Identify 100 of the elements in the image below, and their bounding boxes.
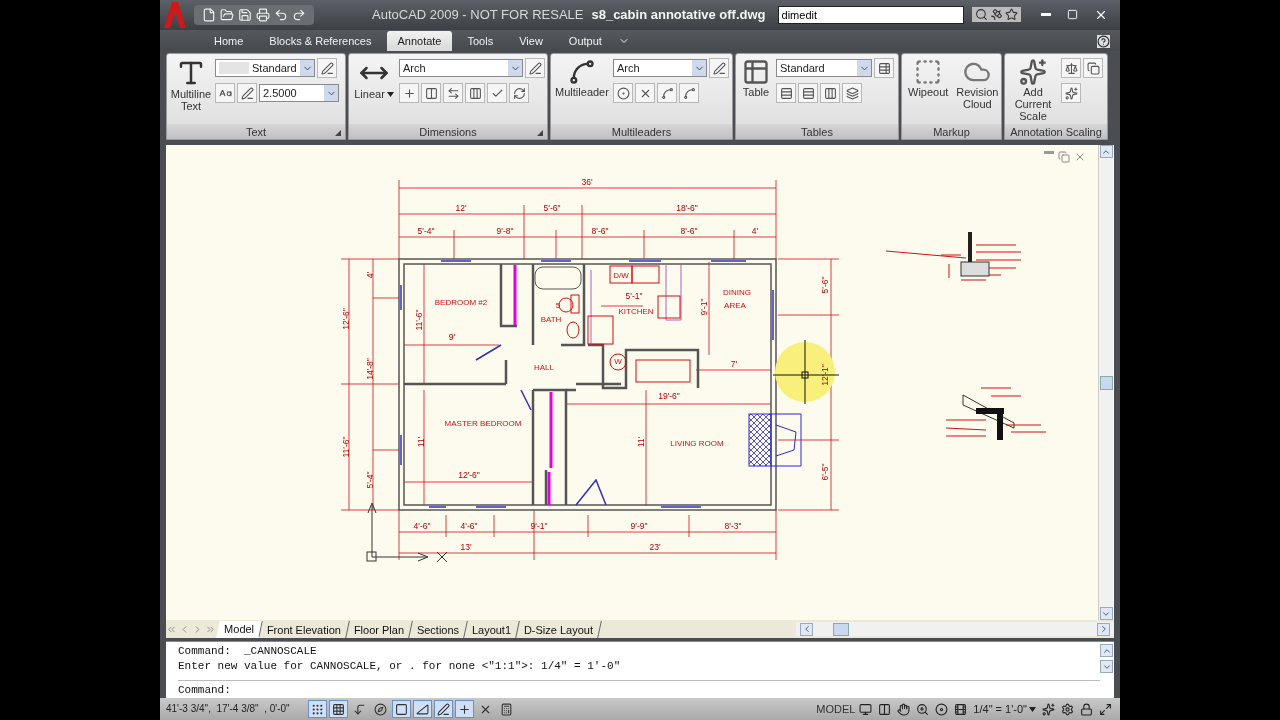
pen-button[interactable] — [317, 58, 337, 79]
help-button[interactable] — [1097, 35, 1110, 49]
open-folder-button[interactable] — [220, 7, 234, 22]
layout-button[interactable] — [857, 702, 875, 716]
drafting-toggle-button[interactable] — [412, 700, 432, 719]
clean-screen-button[interactable] — [1097, 702, 1114, 716]
scroll-right-button[interactable] — [1097, 622, 1110, 636]
layout-tab[interactable]: Model — [216, 620, 263, 638]
revision-cloud-button[interactable]: Revision Cloud — [954, 58, 1001, 111]
pen-button[interactable] — [709, 58, 729, 79]
curve-button[interactable] — [657, 83, 677, 104]
columns-button[interactable] — [421, 83, 441, 104]
layers-button[interactable] — [842, 83, 862, 104]
add-current-scale-button[interactable]: Add Current Scale — [1009, 58, 1057, 123]
redo-button[interactable] — [292, 7, 306, 22]
style-dropdown[interactable]: Arch — [399, 59, 523, 78]
refresh-button[interactable] — [509, 83, 529, 104]
pan-button[interactable] — [895, 702, 913, 716]
model-space-button[interactable]: MODEL — [816, 703, 856, 716]
search-field[interactable]: dimedit — [777, 5, 964, 24]
annotation-visibility-button[interactable] — [1040, 702, 1057, 716]
caret-icon — [1029, 706, 1036, 712]
pen-button[interactable] — [237, 83, 257, 104]
curve-button[interactable] — [679, 83, 699, 104]
wipeout-button[interactable]: Wipeout — [906, 58, 951, 99]
columns-button[interactable] — [465, 83, 485, 104]
dimension-label: 9'-1" — [530, 521, 548, 532]
steering-wheel-button[interactable] — [933, 702, 951, 716]
ucs-axis-icon — [366, 502, 448, 563]
multileader-button[interactable]: Multileader — [555, 58, 609, 99]
table-button[interactable]: Table — [740, 58, 772, 99]
new-file-button[interactable] — [202, 7, 216, 22]
letters-button[interactable] — [215, 83, 235, 104]
scroll-left-button[interactable] — [800, 622, 813, 636]
dimension-label: 11'-6" — [414, 309, 424, 331]
printer-button[interactable] — [256, 7, 270, 22]
rows-button[interactable] — [798, 83, 818, 104]
ribbon-tab[interactable]: Tools — [457, 31, 504, 52]
ribbon-tab[interactable]: Output — [558, 31, 612, 52]
linear-dimension-button[interactable]: Linear — [353, 58, 395, 101]
plus-button[interactable] — [399, 83, 419, 104]
save-button[interactable] — [238, 7, 252, 22]
cross-button[interactable] — [635, 83, 655, 104]
ribbon-tab[interactable]: Blocks & References — [259, 31, 382, 52]
room-label: LIVING ROOM — [670, 439, 724, 449]
style-dropdown[interactable]: Standard — [776, 59, 872, 78]
drafting-toggle-button[interactable] — [391, 700, 411, 719]
scroll-up-button[interactable] — [1100, 644, 1113, 658]
scroll-down-button[interactable] — [1100, 660, 1113, 674]
multiline-text-button[interactable]: Multiline Text — [171, 58, 211, 113]
layout-tab[interactable]: Layout1 — [464, 620, 521, 638]
layout-tab[interactable]: Front Elevation — [259, 620, 350, 638]
layout-tab[interactable]: Floor Plan — [346, 620, 413, 638]
pen-icon — [320, 61, 334, 75]
command-line-input[interactable]: Command: — [178, 681, 1100, 699]
ribbon-tab[interactable]: Home — [204, 31, 254, 52]
expand-corner-icon[interactable] — [537, 130, 543, 137]
undo-icon — [274, 7, 288, 22]
layout-tab[interactable]: D-Size Layout — [516, 620, 603, 638]
favorites-button[interactable] — [1005, 8, 1018, 22]
vertical-scrollbar[interactable] — [1098, 145, 1113, 621]
ribbon-tab[interactable]: View — [509, 31, 553, 52]
viewport-minimize-icon[interactable] — [1044, 151, 1054, 155]
pen-button[interactable] — [525, 58, 545, 79]
pen-icon — [712, 61, 726, 75]
circle-button[interactable] — [613, 83, 633, 104]
ribbon-tab[interactable]: Annotate — [387, 31, 452, 52]
rows-button[interactable] — [776, 83, 796, 104]
arrows-button[interactable] — [443, 83, 463, 104]
check-button[interactable] — [487, 83, 507, 104]
style-dropdown[interactable]: Arch — [613, 59, 707, 78]
lock-button[interactable] — [1078, 702, 1095, 716]
search-button[interactable] — [975, 8, 988, 22]
settings-button[interactable] — [1059, 702, 1076, 716]
monitor-icon — [859, 702, 873, 716]
drafting-toggle-button[interactable] — [328, 700, 348, 719]
scroll-up-button[interactable] — [1099, 145, 1113, 159]
file-name: s8_cabin annotative off.dwg — [591, 7, 766, 23]
drafting-toggle-button[interactable] — [433, 700, 453, 719]
panel-title: Multileaders — [611, 126, 672, 138]
columns-button[interactable] — [820, 83, 840, 104]
annotation-scale-button[interactable]: 1/4" = 1'-0" — [971, 703, 1038, 716]
horizontal-scrollbar[interactable] — [796, 622, 1114, 637]
drafting-toggle-button[interactable] — [454, 700, 474, 719]
dimension-label: 4' — [751, 226, 759, 237]
copy-button[interactable] — [1083, 58, 1103, 79]
drafting-toggle-button[interactable] — [307, 700, 327, 719]
sparkle-button[interactable] — [1061, 83, 1081, 104]
style-dropdown[interactable]: 2.5000 — [259, 84, 339, 103]
lock-icon — [1080, 702, 1093, 716]
undo-button[interactable] — [274, 7, 288, 22]
table-button[interactable] — [874, 58, 894, 79]
scale-button[interactable] — [1061, 58, 1081, 79]
satellite-button[interactable] — [990, 8, 1003, 22]
scroll-thumb[interactable] — [833, 622, 849, 636]
style-dropdown[interactable]: Standard — [215, 59, 315, 78]
expand-corner-icon[interactable] — [335, 130, 341, 137]
scroll-thumb[interactable] — [1099, 375, 1113, 390]
layers-icon — [845, 86, 859, 100]
layout-tab[interactable]: Sections — [409, 620, 469, 638]
